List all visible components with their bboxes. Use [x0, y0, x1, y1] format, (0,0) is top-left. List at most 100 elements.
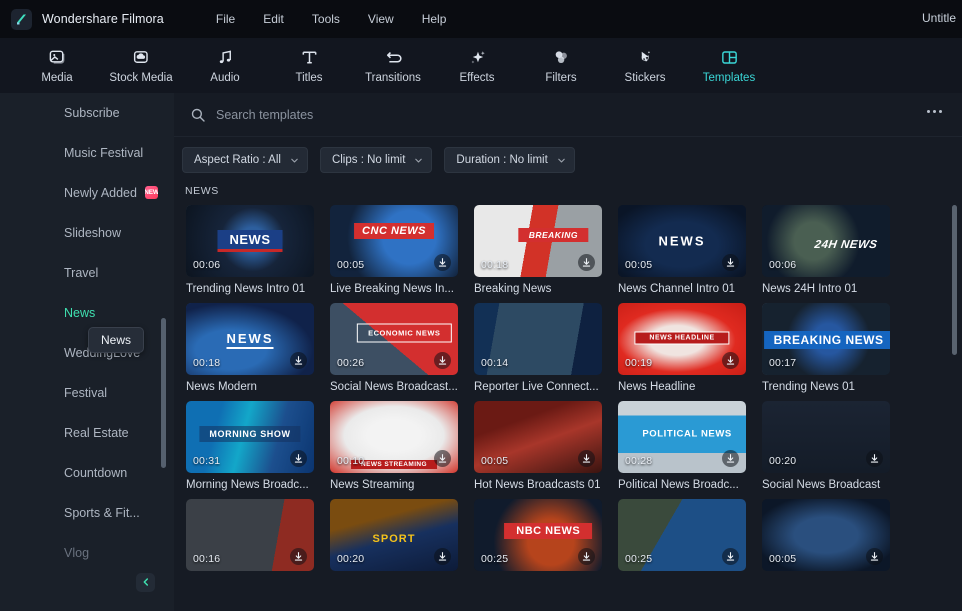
template-thumbnail[interactable]: CNC NEWS 00:05	[330, 205, 458, 277]
menu-tools[interactable]: Tools	[298, 7, 354, 31]
template-thumbnail[interactable]: SPORT 00:20	[330, 499, 458, 571]
filter-duration[interactable]: Duration : No limit	[444, 147, 575, 173]
download-icon[interactable]	[866, 548, 883, 565]
download-icon[interactable]	[434, 548, 451, 565]
sidebar-item-countdown[interactable]: Countdown	[0, 453, 174, 493]
menu-edit[interactable]: Edit	[249, 7, 298, 31]
sidebar-item-music-festival[interactable]: Music Festival	[0, 133, 174, 173]
sidebar-item-subscribe[interactable]: Subscribe	[0, 93, 174, 133]
tab-filters[interactable]: Filters	[530, 47, 592, 84]
sidebar-item-label: Vlog	[64, 546, 90, 560]
tab-titles[interactable]: Titles	[278, 47, 340, 84]
template-card[interactable]: 00:05 Hot News Broadcasts 01	[474, 401, 602, 491]
template-thumbnail[interactable]: NEWS STREAMING 00:10	[330, 401, 458, 473]
template-thumbnail[interactable]: NBC NEWS 00:25	[474, 499, 602, 571]
template-card[interactable]: NBC NEWS 00:25	[474, 499, 602, 577]
download-icon[interactable]	[866, 450, 883, 467]
template-thumbnail[interactable]: NEWS 00:18	[186, 303, 314, 375]
template-card[interactable]: 24H NEWS 00:06 News 24H Intro 01	[762, 205, 890, 295]
download-icon[interactable]	[290, 352, 307, 369]
download-icon[interactable]	[722, 254, 739, 271]
download-icon[interactable]	[434, 450, 451, 467]
duration-badge: 00:20	[337, 553, 365, 565]
template-card[interactable]: 00:05	[762, 499, 890, 577]
tab-audio[interactable]: Audio	[194, 47, 256, 84]
template-card[interactable]: CNC NEWS 00:05 Live Breaking News In...	[330, 205, 458, 295]
tab-templates[interactable]: Templates	[698, 47, 760, 84]
template-thumbnail[interactable]: 24H NEWS 00:06	[762, 205, 890, 277]
download-icon[interactable]	[722, 450, 739, 467]
sidebar-item-weddinglove[interactable]: WeddingLove	[0, 333, 174, 373]
download-icon[interactable]	[722, 352, 739, 369]
sidebar-item-label: Real Estate	[64, 426, 129, 440]
template-card[interactable]: NEWS STREAMING 00:10 News Streaming	[330, 401, 458, 491]
template-card[interactable]: 00:20 Social News Broadcast	[762, 401, 890, 491]
template-card[interactable]: 00:25	[618, 499, 746, 577]
download-icon[interactable]	[290, 450, 307, 467]
template-title: Trending News 01	[762, 381, 855, 393]
template-card[interactable]: NEWS HEADLINE 00:19 News Headline	[618, 303, 746, 393]
tab-stock-media[interactable]: Stock Media	[109, 47, 173, 84]
tab-effects[interactable]: Effects	[446, 47, 508, 84]
template-thumbnail[interactable]: NEWS 00:05	[618, 205, 746, 277]
tab-media[interactable]: Media	[26, 47, 88, 84]
template-thumbnail[interactable]: NEWS 00:06	[186, 205, 314, 277]
sidebar-item-sports-fitness[interactable]: Sports & Fit...	[0, 493, 174, 533]
templates-scrollbar[interactable]	[952, 205, 957, 355]
template-thumbnail[interactable]: POLITICAL NEWS 00:28	[618, 401, 746, 473]
template-thumbnail[interactable]: 00:20	[762, 401, 890, 473]
template-card[interactable]: 00:16	[186, 499, 314, 577]
template-thumbnail[interactable]: 00:05	[474, 401, 602, 473]
sidebar-item-label: Music Festival	[64, 146, 144, 160]
template-thumbnail[interactable]: 00:05	[762, 499, 890, 571]
sidebar-item-newly-added[interactable]: Newly Added NEW	[0, 173, 174, 213]
template-card[interactable]: MORNING SHOW 00:31 Morning News Broadc...	[186, 401, 314, 491]
sidebar-item-news[interactable]: News	[0, 293, 174, 333]
tab-transitions[interactable]: Transitions	[362, 47, 424, 84]
template-card[interactable]: ECONOMIC NEWS 00:26 Social News Broadcast.…	[330, 303, 458, 393]
template-thumbnail[interactable]: BREAKING NEWS 00:17	[762, 303, 890, 375]
template-thumbnail[interactable]: ECONOMIC NEWS 00:26	[330, 303, 458, 375]
sidebar-scrollbar[interactable]	[161, 318, 166, 468]
template-thumbnail[interactable]: BREAKING 00:18	[474, 205, 602, 277]
template-card[interactable]: NEWS 00:18 News Modern	[186, 303, 314, 393]
menu-file[interactable]: File	[202, 7, 249, 31]
template-card[interactable]: BREAKING NEWS 00:17 Trending News 01	[762, 303, 890, 393]
filter-clips[interactable]: Clips : No limit	[319, 147, 433, 173]
download-icon[interactable]	[578, 450, 595, 467]
template-thumbnail[interactable]: 00:14	[474, 303, 602, 375]
download-icon[interactable]	[578, 254, 595, 271]
template-thumbnail[interactable]: NEWS HEADLINE 00:19	[618, 303, 746, 375]
download-icon[interactable]	[578, 548, 595, 565]
filter-aspect-ratio[interactable]: Aspect Ratio : All	[182, 147, 308, 173]
menu-help[interactable]: Help	[408, 7, 461, 31]
menu-view[interactable]: View	[354, 7, 408, 31]
download-icon[interactable]	[722, 548, 739, 565]
template-card[interactable]: BREAKING 00:18 Breaking News	[474, 205, 602, 295]
templates-panel: Aspect Ratio : All Clips : No limit Dura…	[174, 93, 962, 611]
sidebar-item-slideshow[interactable]: Slideshow	[0, 213, 174, 253]
template-thumbnail[interactable]: 00:16	[186, 499, 314, 571]
download-icon[interactable]	[290, 548, 307, 565]
sidebar-collapse-button[interactable]	[136, 573, 155, 592]
template-card[interactable]: SPORT 00:20	[330, 499, 458, 577]
search-input[interactable]	[216, 107, 636, 122]
download-icon[interactable]	[434, 254, 451, 271]
chevron-down-icon	[290, 156, 299, 165]
template-card[interactable]: NEWS 00:06 Trending News Intro 01	[186, 205, 314, 295]
template-thumbnail[interactable]: 00:25	[618, 499, 746, 571]
filter-label: Duration : No limit	[456, 154, 548, 166]
template-card[interactable]: NEWS 00:05 News Channel Intro 01	[618, 205, 746, 295]
tab-label: Transitions	[365, 72, 421, 84]
tab-stickers[interactable]: Stickers	[614, 47, 676, 84]
more-options-icon[interactable]	[923, 106, 946, 117]
template-card[interactable]: POLITICAL NEWS 00:28 Political News Broadc…	[618, 401, 746, 491]
sidebar-item-travel[interactable]: Travel	[0, 253, 174, 293]
sidebar-item-real-estate[interactable]: Real Estate	[0, 413, 174, 453]
template-card[interactable]: 00:14 Reporter Live Connect...	[474, 303, 602, 393]
sidebar-item-label: Newly Added	[64, 186, 137, 200]
template-thumbnail[interactable]: MORNING SHOW 00:31	[186, 401, 314, 473]
download-icon[interactable]	[434, 352, 451, 369]
sidebar-item-festival[interactable]: Festival	[0, 373, 174, 413]
duration-badge: 00:10	[337, 455, 365, 467]
